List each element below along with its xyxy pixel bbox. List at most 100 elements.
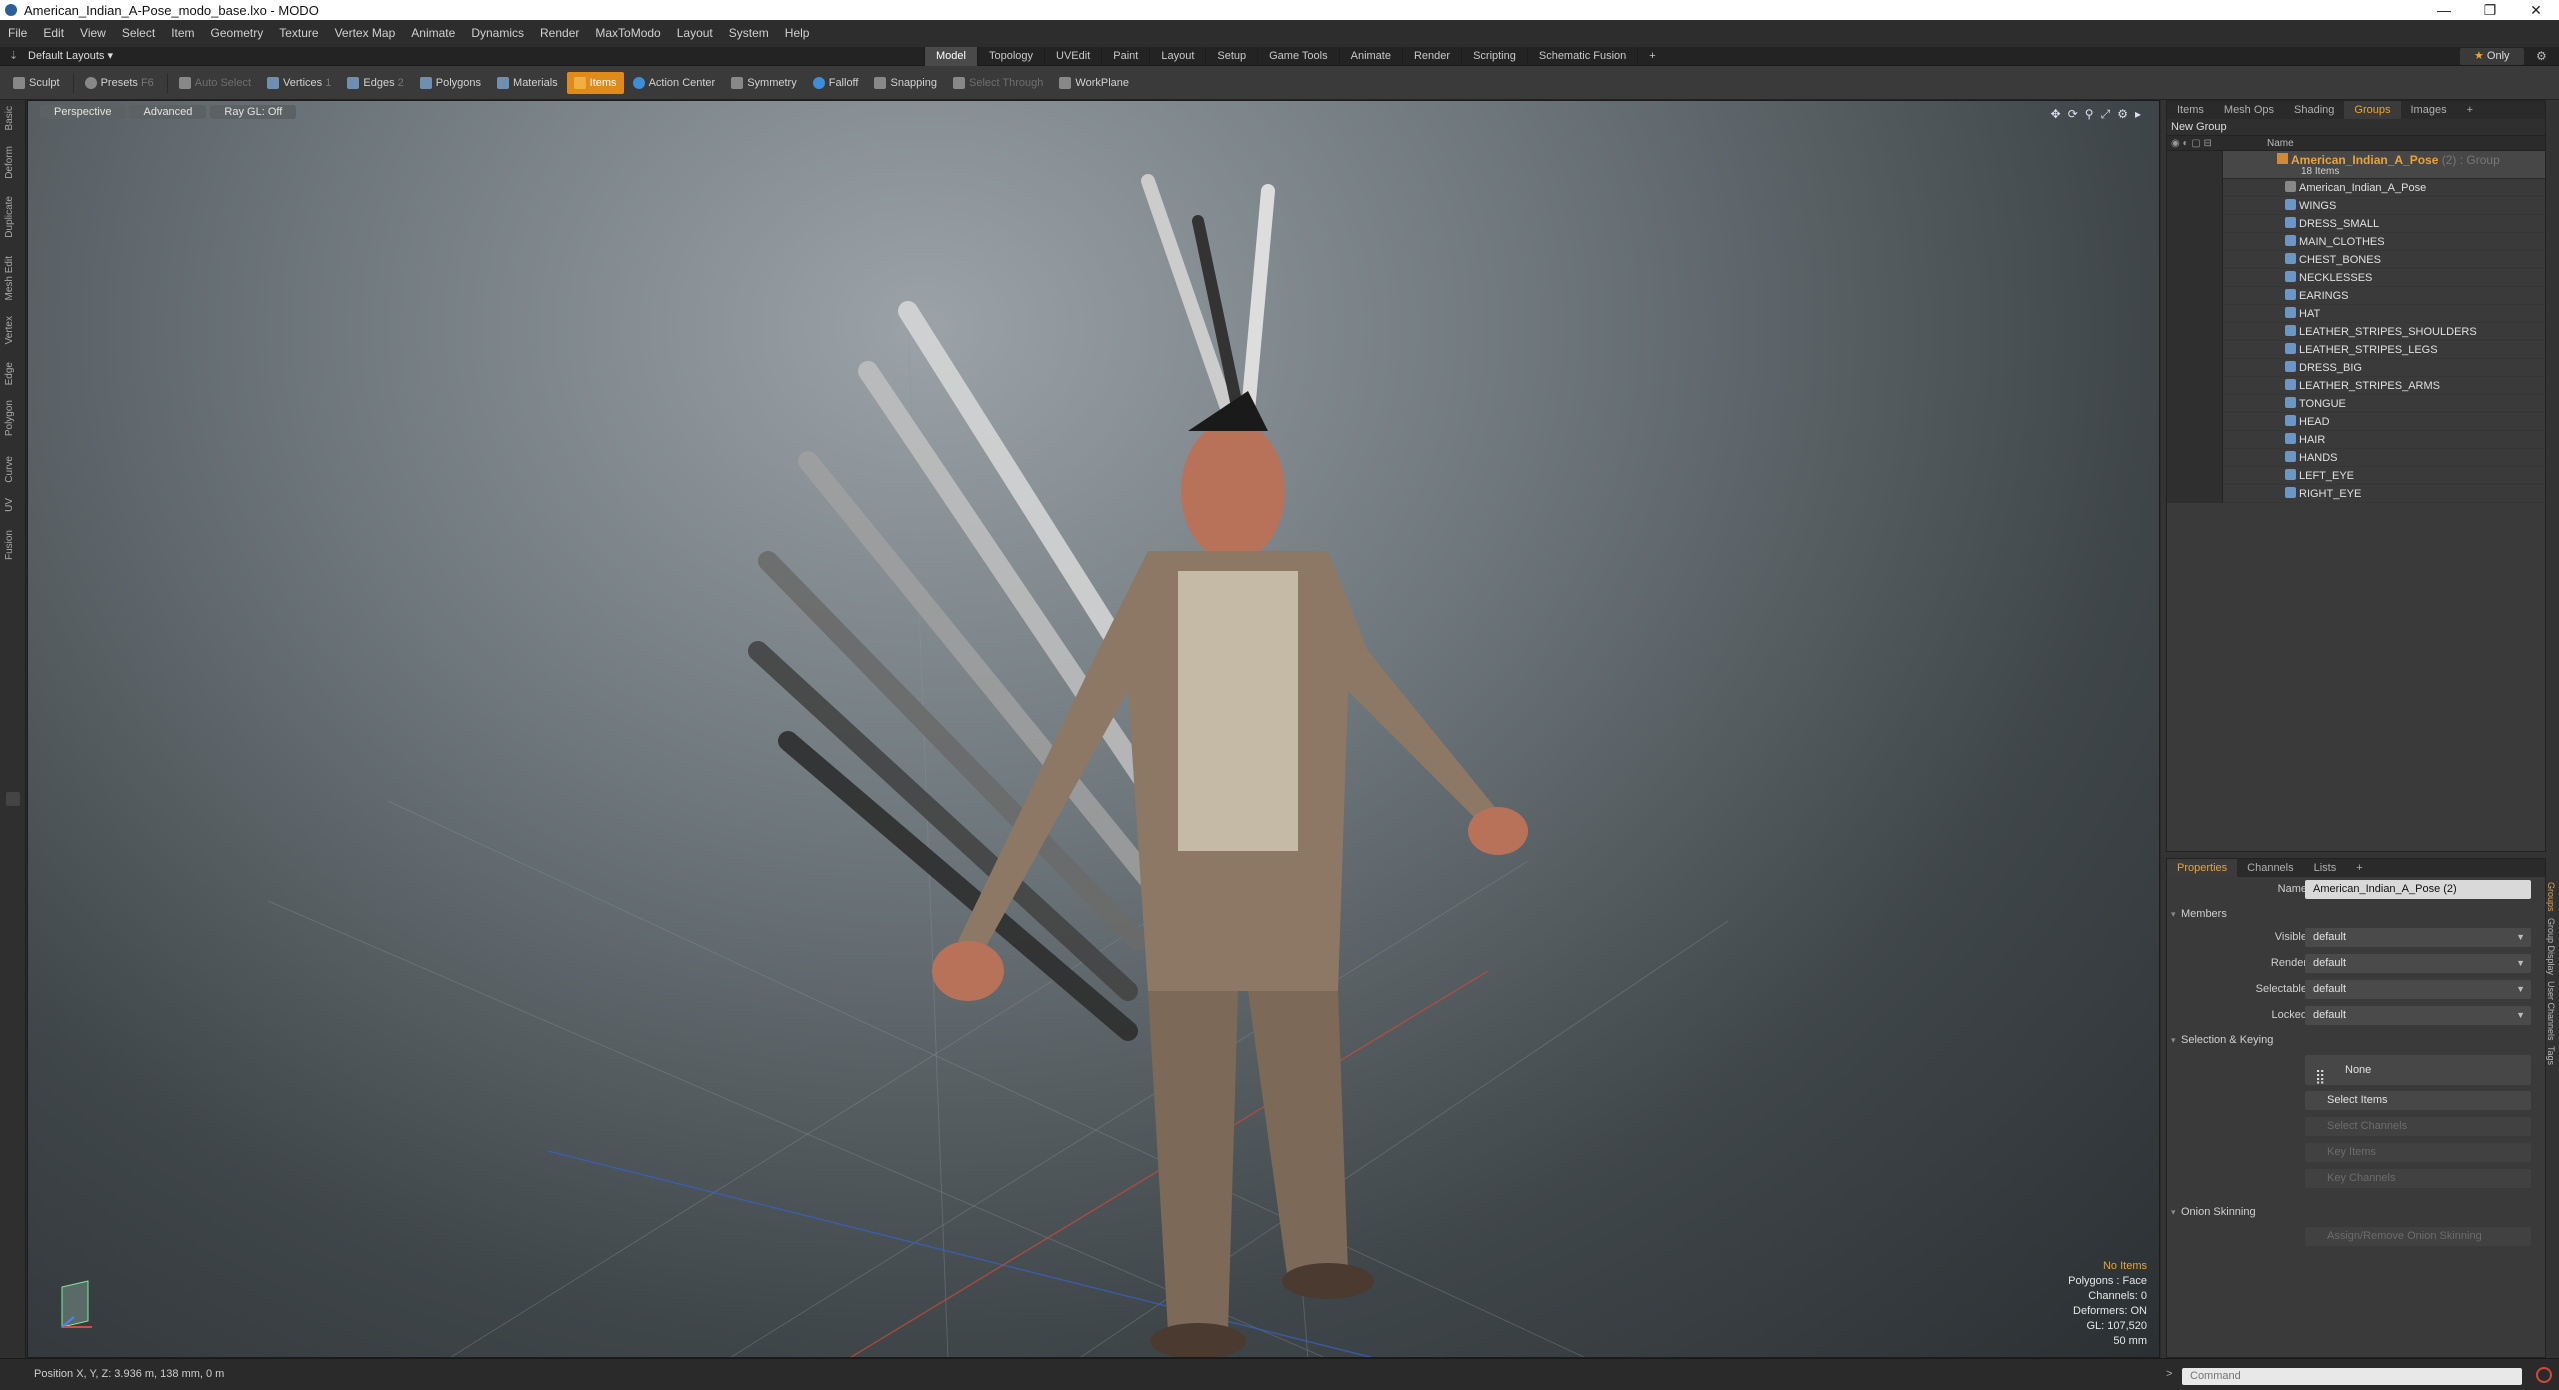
- locked-dropdown[interactable]: default ▼: [2305, 1006, 2531, 1025]
- vtab-polygon[interactable]: Polygon: [4, 400, 15, 436]
- menu-vertex-map[interactable]: Vertex Map: [327, 20, 404, 47]
- menu-system[interactable]: System: [721, 20, 777, 47]
- list-item[interactable]: HANDS: [2167, 449, 2545, 467]
- name-field[interactable]: American_Indian_A_Pose (2): [2305, 880, 2531, 899]
- viewport-settings-icon[interactable]: ⚙: [2117, 107, 2128, 121]
- tab-uvedit[interactable]: UVEdit: [1044, 47, 1101, 66]
- items-button[interactable]: Items: [566, 71, 624, 94]
- list-item[interactable]: DRESS_BIG: [2167, 359, 2545, 377]
- settings-gear-icon[interactable]: ⚙: [2536, 49, 2547, 63]
- tab-mesh-ops[interactable]: Mesh Ops: [2214, 101, 2284, 119]
- group-visibility-toggles[interactable]: [2167, 151, 2223, 179]
- list-item[interactable]: NECKLESSES: [2167, 269, 2545, 287]
- group-row[interactable]: American_Indian_A_Pose (2) : Group 18 It…: [2167, 151, 2545, 179]
- list-item[interactable]: CHEST_BONES: [2167, 251, 2545, 269]
- snapping-button[interactable]: Snapping: [867, 72, 944, 94]
- toolbox-toggle-icon[interactable]: [6, 792, 20, 806]
- 3d-viewport[interactable]: Perspective Advanced Ray GL: Off ✥ ⟳ ⚲ ⤢ ⚙ ▸ No…: [27, 100, 2160, 1358]
- list-item[interactable]: LEATHER_STRIPES_ARMS: [2167, 377, 2545, 395]
- vtab-vertex[interactable]: Vertex: [4, 316, 15, 344]
- menu-texture[interactable]: Texture: [271, 20, 326, 47]
- shading-mode-button[interactable]: Advanced: [129, 105, 207, 119]
- layout-selector[interactable]: Default Layouts ▾: [28, 47, 113, 66]
- menu-file[interactable]: File: [0, 20, 35, 47]
- viewport-expand-icon[interactable]: ▸: [2135, 107, 2141, 121]
- falloff-button[interactable]: Falloff: [806, 72, 866, 94]
- select-items-button[interactable]: Select Items: [2305, 1091, 2531, 1110]
- vtab-uv[interactable]: UV: [4, 498, 15, 512]
- fit-view-icon[interactable]: ⤢: [2101, 107, 2111, 121]
- list-item[interactable]: EARINGS: [2167, 287, 2545, 305]
- sculpt-button[interactable]: Sculpt: [6, 72, 67, 94]
- menu-select[interactable]: Select: [114, 20, 163, 47]
- tab-game-tools[interactable]: Game Tools: [1257, 47, 1339, 66]
- side-tab-tags[interactable]: Tags: [2546, 1046, 2556, 1065]
- selectable-dropdown[interactable]: default ▼: [2305, 980, 2531, 999]
- selection-keying-section[interactable]: Selection & Keying: [2167, 1029, 2545, 1051]
- list-item[interactable]: MAIN_CLOTHES: [2167, 233, 2545, 251]
- vtab-deform[interactable]: Deform: [4, 146, 15, 179]
- tab-properties[interactable]: Properties: [2167, 859, 2238, 877]
- list-item[interactable]: LEATHER_STRIPES_SHOULDERS: [2167, 323, 2545, 341]
- vtab-curve[interactable]: Curve: [4, 456, 15, 483]
- raygl-button[interactable]: Ray GL: Off: [210, 105, 297, 119]
- tab-paint[interactable]: Paint: [1101, 47, 1149, 66]
- list-item[interactable]: WINGS: [2167, 197, 2545, 215]
- menu-edit[interactable]: Edit: [35, 20, 72, 47]
- tab-schematic-fusion[interactable]: Schematic Fusion: [1526, 47, 1637, 66]
- record-icon[interactable]: [2536, 1367, 2552, 1383]
- menu-dynamics[interactable]: Dynamics: [463, 20, 532, 47]
- members-section[interactable]: Members: [2167, 903, 2545, 925]
- tab-channels[interactable]: Channels: [2237, 859, 2303, 877]
- command-input[interactable]: [2182, 1368, 2522, 1385]
- list-item[interactable]: HAT: [2167, 305, 2545, 323]
- tab-render[interactable]: Render: [1401, 47, 1461, 66]
- side-tab-group-display[interactable]: Group Display: [2546, 918, 2556, 975]
- side-tab-user-channels[interactable]: User Channels: [2546, 981, 2556, 1041]
- select-through-button[interactable]: Select Through: [946, 72, 1050, 94]
- list-item[interactable]: HAIR: [2167, 431, 2545, 449]
- add-tab-button[interactable]: +: [1637, 47, 1666, 66]
- tab-groups[interactable]: Groups: [2344, 101, 2401, 119]
- vtab-duplicate[interactable]: Duplicate: [4, 196, 15, 238]
- menu-maxtomodo[interactable]: MaxToModo: [587, 20, 668, 47]
- list-item[interactable]: HEAD: [2167, 413, 2545, 431]
- menu-animate[interactable]: Animate: [403, 20, 463, 47]
- vtab-basic[interactable]: Basic: [4, 106, 15, 130]
- tab-scripting[interactable]: Scripting: [1461, 47, 1527, 66]
- list-item[interactable]: RIGHT_EYE: [2167, 485, 2545, 503]
- add-panel-tab-button[interactable]: +: [2457, 101, 2483, 119]
- vtab-mesh-edit[interactable]: Mesh Edit: [4, 256, 15, 300]
- tab-animate[interactable]: Animate: [1338, 47, 1402, 66]
- symmetry-button[interactable]: Symmetry: [724, 72, 804, 94]
- tab-images[interactable]: Images: [2401, 101, 2457, 119]
- list-item[interactable]: DRESS_SMALL: [2167, 215, 2545, 233]
- character-model[interactable]: [728, 131, 1528, 1358]
- new-group-button[interactable]: New Group: [2167, 119, 2545, 136]
- action-center-button[interactable]: Action Center: [626, 72, 723, 94]
- tab-lists[interactable]: Lists: [2304, 859, 2347, 877]
- onion-skinning-section[interactable]: Onion Skinning: [2167, 1201, 2545, 1223]
- rotate-view-icon[interactable]: ⟳: [2068, 107, 2078, 121]
- menu-render[interactable]: Render: [532, 20, 587, 47]
- list-item[interactable]: LEATHER_STRIPES_LEGS: [2167, 341, 2545, 359]
- tab-layout[interactable]: Layout: [1149, 47, 1205, 66]
- layout-pin-icon[interactable]: ⇣: [9, 49, 18, 62]
- minimize-button[interactable]: —: [2421, 0, 2467, 20]
- select-channels-button[interactable]: Select Channels: [2305, 1117, 2531, 1136]
- move-view-icon[interactable]: ✥: [2051, 107, 2061, 121]
- workplane-button[interactable]: WorkPlane: [1052, 72, 1136, 94]
- vtab-edge[interactable]: Edge: [4, 362, 15, 385]
- none-button[interactable]: ⣿ None: [2305, 1055, 2531, 1085]
- tab-items[interactable]: Items: [2167, 101, 2214, 119]
- vertices-button[interactable]: Vertices 1: [260, 72, 338, 94]
- vtab-fusion[interactable]: Fusion: [4, 530, 15, 560]
- tab-model[interactable]: Model: [924, 47, 977, 66]
- menu-help[interactable]: Help: [777, 20, 818, 47]
- zoom-view-icon[interactable]: ⚲: [2085, 107, 2094, 121]
- key-channels-button[interactable]: Key Channels: [2305, 1169, 2531, 1188]
- assign-onion-button[interactable]: Assign/Remove Onion Skinning: [2305, 1227, 2531, 1246]
- view-mode-button[interactable]: Perspective: [40, 105, 126, 119]
- materials-button[interactable]: Materials: [490, 72, 565, 94]
- tab-setup[interactable]: Setup: [1205, 47, 1257, 66]
